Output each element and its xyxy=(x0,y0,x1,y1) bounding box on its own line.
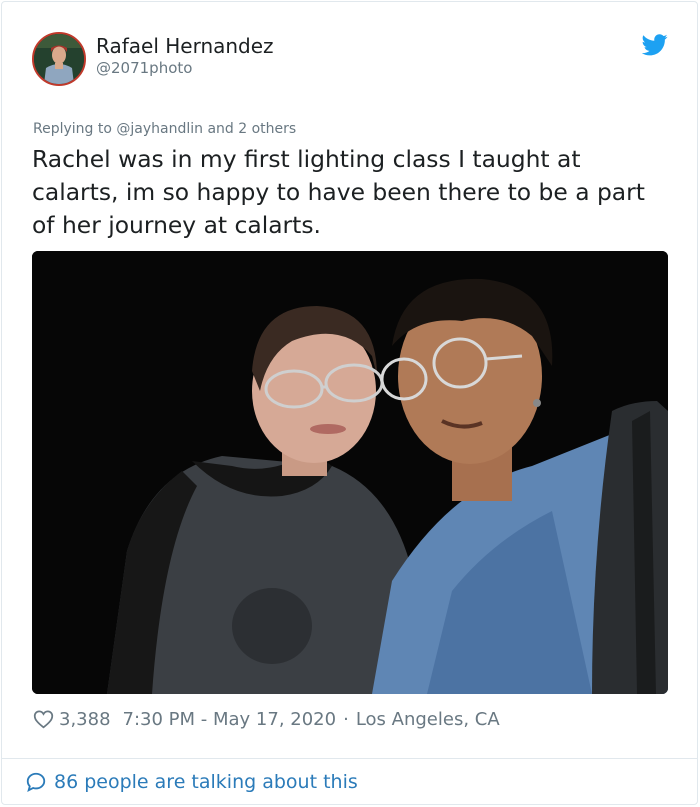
footer-divider xyxy=(2,758,697,759)
author-avatar[interactable] xyxy=(32,32,86,86)
talking-about-text[interactable]: 86 people are talking about this xyxy=(54,771,358,793)
reply-context[interactable]: Replying to @jayhandlin and 2 others xyxy=(33,121,296,137)
author-handle[interactable]: @2071photo xyxy=(96,59,192,77)
tweet-meta: 3,388 7:30 PM - May 17, 2020 · Los Angel… xyxy=(33,706,500,732)
author-display-name[interactable]: Rafael Hernandez xyxy=(96,34,274,58)
heart-icon[interactable] xyxy=(33,709,54,729)
tweet-timestamp[interactable]: 7:30 PM - May 17, 2020 xyxy=(123,709,337,730)
tweet-photo[interactable] xyxy=(32,251,668,694)
meta-separator: · xyxy=(343,708,349,730)
like-count[interactable]: 3,388 xyxy=(59,709,111,730)
tweet-location[interactable]: Los Angeles, CA xyxy=(356,709,500,730)
comment-bubble-icon xyxy=(26,772,46,793)
tweet-text: Rachel was in my first lighting class I … xyxy=(32,145,645,239)
photo-image xyxy=(32,251,668,694)
avatar-image xyxy=(34,34,84,84)
talking-about-link[interactable]: 86 people are talking about this xyxy=(25,768,358,796)
twitter-bird-icon[interactable] xyxy=(642,34,668,56)
